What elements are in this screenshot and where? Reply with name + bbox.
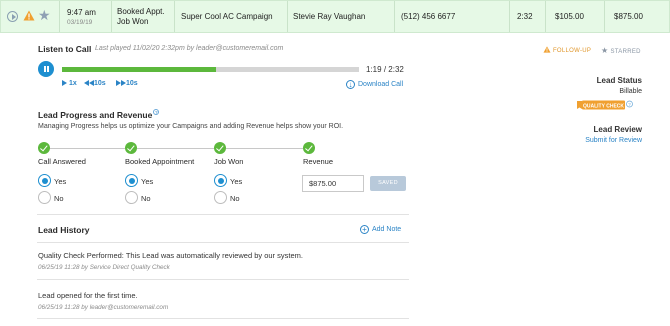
download-call-link[interactable]: ↓ Download Call	[346, 80, 403, 89]
history-entry-2-text: Lead opened for the first time.	[38, 291, 138, 300]
listen-title: Listen to Call	[38, 44, 92, 54]
download-icon: ↓	[346, 80, 355, 89]
lead-status-line2: Job Won	[117, 16, 149, 26]
follow-up-button[interactable]: FOLLOW-UP	[543, 46, 591, 54]
step-2-label: Booked Appointment	[125, 157, 195, 166]
lead-row[interactable]: ★ 9:47 am 03/19/19 Booked Appt. Job Won …	[0, 0, 670, 33]
history-entry-1-meta: 06/25/19 11:28 by Service Direct Quality…	[38, 264, 170, 271]
lead-status-value: Billable	[619, 88, 642, 95]
step-1-no-radio[interactable]	[38, 191, 51, 204]
playback-progress[interactable]	[62, 67, 359, 72]
lead-duration: 2:32	[517, 11, 533, 21]
quality-badge-icon: QUALITY CHECK ?	[577, 100, 633, 110]
warning-icon[interactable]	[23, 10, 35, 21]
step-2-yes-radio[interactable]	[125, 174, 138, 187]
starred-button[interactable]: ★ STARRED	[601, 46, 641, 55]
play-icon[interactable]	[7, 11, 18, 22]
history-entry-2-meta: 06/25/19 11:28 by leader@customeremail.c…	[38, 304, 169, 311]
playback-time: 1:19 / 2:32	[366, 65, 404, 74]
saved-button[interactable]: SAVED	[370, 176, 406, 191]
revenue-label: Revenue	[303, 157, 334, 166]
step-2-check-icon	[125, 142, 137, 154]
step-2-no-radio[interactable]	[125, 191, 138, 204]
step-1-yes-radio[interactable]	[38, 174, 51, 187]
play-small-icon	[62, 80, 67, 86]
progress-description: Managing Progress helps us optimize your…	[38, 123, 344, 130]
step-3-yes-label: Yes	[230, 177, 243, 186]
step-3-yes-radio[interactable]	[214, 174, 227, 187]
step-3-label: Job Won	[214, 157, 244, 166]
history-entry-1-text: Quality Check Performed: This Lead was a…	[38, 251, 303, 260]
submit-review-link[interactable]: Submit for Review	[585, 137, 642, 144]
lead-amount-1: $105.00	[555, 11, 584, 21]
revenue-check-icon	[303, 142, 315, 154]
plus-circle-icon: +	[360, 225, 369, 234]
step-2-yes-label: Yes	[141, 177, 154, 186]
star-small-icon: ★	[601, 46, 609, 55]
lead-review-title: Lead Review	[593, 125, 642, 134]
follow-up-icon	[543, 46, 551, 53]
pause-button[interactable]	[38, 61, 54, 77]
lead-date: 03/19/19	[67, 18, 93, 26]
step-3-no-radio[interactable]	[214, 191, 227, 204]
step-1-no-label: No	[54, 194, 64, 203]
star-icon[interactable]: ★	[38, 8, 51, 22]
step-3-check-icon	[214, 142, 226, 154]
step-3-no-label: No	[230, 194, 240, 203]
lead-amount-2: $875.00	[614, 11, 643, 21]
last-played: Last played 11/02/20 2:32pm by leader@cu…	[95, 45, 284, 52]
lead-name: Stevie Ray Vaughan	[293, 11, 366, 21]
lead-status-title: Lead Status	[596, 76, 642, 85]
forward-button[interactable]: 10s	[116, 80, 138, 87]
help-icon[interactable]: ?	[153, 109, 160, 115]
add-note-button[interactable]: + Add Note	[360, 225, 401, 234]
svg-text:?: ?	[628, 102, 631, 107]
step-2-no-label: No	[141, 194, 151, 203]
lead-campaign: Super Cool AC Campaign	[181, 11, 273, 21]
lead-time: 9:47 am	[67, 7, 96, 17]
step-1-label: Call Answered	[38, 157, 86, 166]
lead-status-line1: Booked Appt.	[117, 6, 165, 16]
revenue-input[interactable]: $875.00	[302, 175, 364, 192]
playback-progress-fill	[62, 67, 217, 72]
step-1-yes-label: Yes	[54, 177, 67, 186]
step-1-check-icon	[38, 142, 50, 154]
lead-phone: (512) 456 6677	[401, 11, 456, 21]
rewind-button[interactable]: 10s	[84, 80, 106, 87]
svg-text:QUALITY CHECK: QUALITY CHECK	[583, 103, 624, 109]
history-title: Lead History	[38, 225, 90, 235]
progress-title: Lead Progress and Revenue?	[38, 109, 160, 120]
speed-button[interactable]: 1x	[62, 80, 77, 87]
